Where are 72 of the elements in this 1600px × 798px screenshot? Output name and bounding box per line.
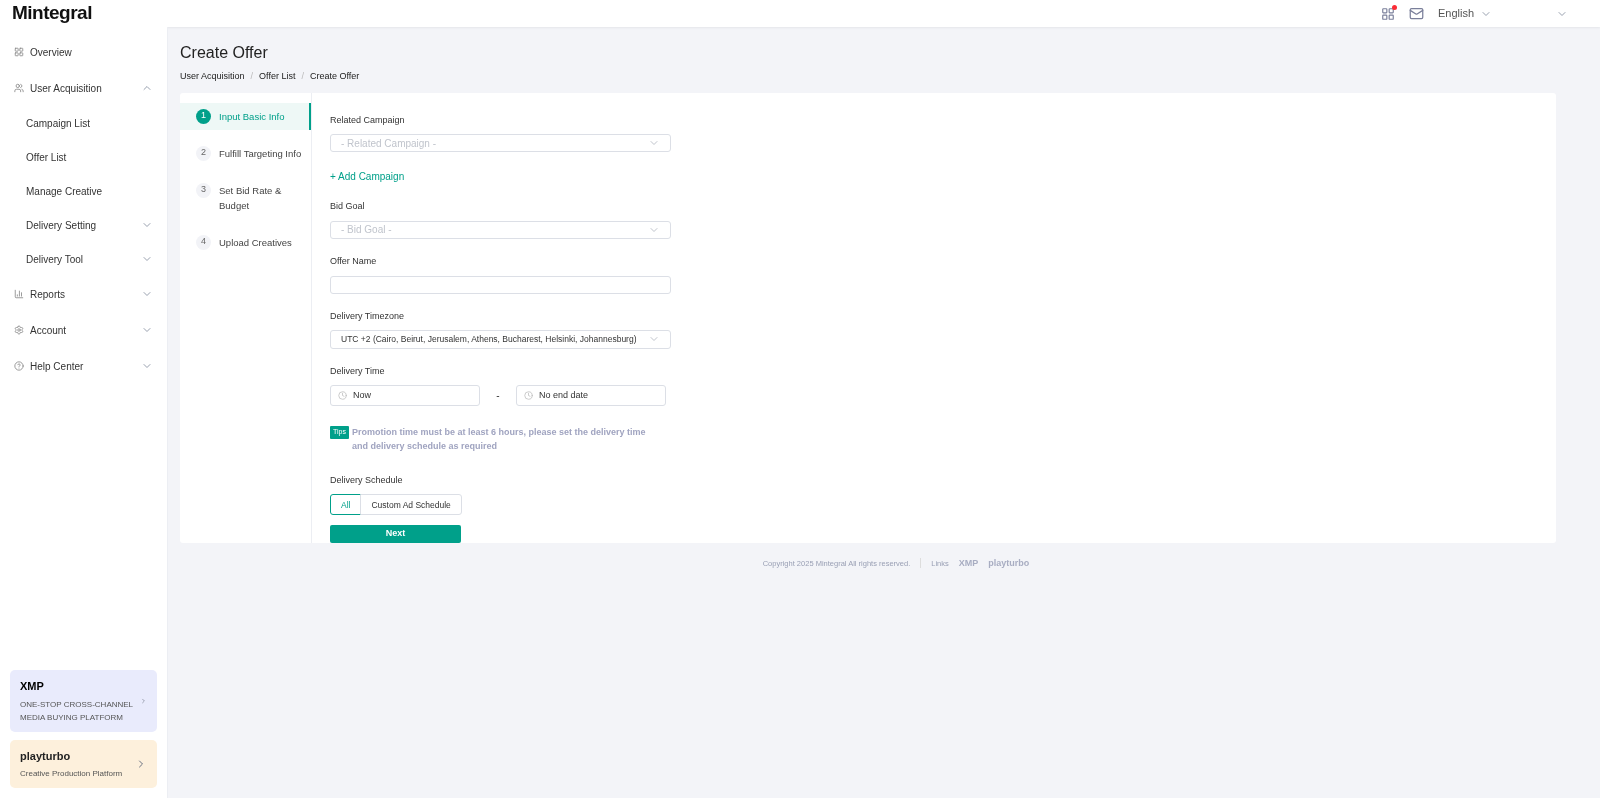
clock-icon [338,391,347,401]
step-label: Input Basic Info [219,109,285,124]
breadcrumb-separator: / [301,70,304,83]
sidebar-label: Overview [30,45,72,60]
sidebar-subitem[interactable]: Campaign List [0,106,167,140]
select-value: UTC +2 (Cairo, Beirut, Jerusalem, Athens, Bucharest, Helsinki, Johannesburg) [341,333,637,346]
select-placeholder: - Bid Goal - [341,223,392,238]
users-icon [14,83,24,93]
date-field[interactable]: Now [330,385,480,407]
mail-icon[interactable] [1408,6,1424,21]
grid-icon [14,47,24,57]
promo-logo: playturbo [20,748,72,764]
sidebar-label: Reports [30,287,65,302]
logo[interactable]: Mintegral [12,0,92,28]
sidebar-item[interactable]: Overview [0,34,167,70]
sidebar-label: Account [30,323,67,338]
promo-card[interactable]: XMP ONE-STOP CROSS-CHANNEL MEDIA BUYING PLATFORM [10,670,157,732]
range-separator: - [495,389,501,404]
breadcrumb-separator: / [250,70,254,83]
language-select[interactable]: English [1437,5,1492,22]
step-item[interactable]: 3 Set Bid Rate & Budget [180,176,311,219]
sidebar-label: Manage Creative [26,184,103,199]
clock-icon [524,391,533,401]
field-label: Offer Name [330,255,378,269]
step-item[interactable]: 2 Fulfill Targeting Info [180,139,311,167]
promo-logo: XMP [20,678,45,694]
sidebar-label: Help Center [30,359,84,374]
date-value: No end date [539,389,589,403]
sidebar-subitem[interactable]: Manage Creative [0,174,167,208]
help-icon [14,361,24,371]
step-item[interactable]: 4 Upload Creatives [180,228,311,256]
schedule-option[interactable]: Custom Ad Schedule [360,494,462,516]
step-number: 1 [196,108,211,124]
field-label: Delivery Timezone [330,309,406,323]
settings-icon [14,325,24,335]
field-label: Related Campaign [330,113,406,127]
sidebar-subitem[interactable]: Offer List [0,140,167,174]
sidebar-label: Offer List [26,150,67,165]
bar-chart-icon [14,289,24,299]
sidebar-label: Delivery Setting [26,218,97,233]
sidebar-item[interactable]: User Acquisition [0,70,167,106]
field-label: Delivery Schedule [330,473,404,487]
sidebar-label: User Acquisition [30,81,102,96]
step-label: Upload Creatives [219,235,292,250]
breadcrumb-link[interactable]: User Acquisition [180,70,245,84]
promo-text: Creative Production Platform [20,768,123,781]
select-field[interactable]: UTC +2 (Cairo, Beirut, Jerusalem, Athens, Bucharest, Helsinki, Johannesburg) [330,330,671,349]
offer-name-input[interactable] [330,276,671,294]
sidebar-subitem[interactable]: Delivery Setting [0,208,167,242]
grid-icon[interactable] [1380,6,1395,21]
promo-card[interactable]: playturbo Creative Production Platform [10,740,157,788]
sidebar-label: Delivery Tool [26,252,84,267]
step-number: 3 [196,182,211,198]
field-label: Delivery Time [330,365,386,378]
step-number: 4 [196,234,211,250]
field-label: Bid Goal [330,200,366,214]
sidebar-item[interactable]: Reports [0,276,167,312]
tip-text: Promotion time must be at least 6 hours, please set the delivery time and delivery schedule as required [351,426,647,454]
sidebar-item[interactable]: Help Center [0,348,167,384]
schedule-option[interactable]: All [330,494,362,516]
sidebar-label: Campaign List [26,116,90,131]
select-placeholder: - Related Campaign - [341,136,437,151]
promo-text: ONE-STOP CROSS-CHANNEL MEDIA BUYING PLATFORM [20,699,134,725]
page-title: Create Offer [180,43,269,63]
date-field[interactable]: No end date [516,385,666,407]
step-label: Set Bid Rate & Budget [219,183,283,213]
step-number: 2 [196,145,211,161]
sidebar-subitem[interactable]: Delivery Tool [0,242,167,276]
sidebar-item[interactable]: Account [0,312,167,348]
date-value: Now [353,389,371,403]
step-label: Fulfill Targeting Info [219,146,302,161]
breadcrumb-link[interactable]: Offer List [259,70,296,84]
